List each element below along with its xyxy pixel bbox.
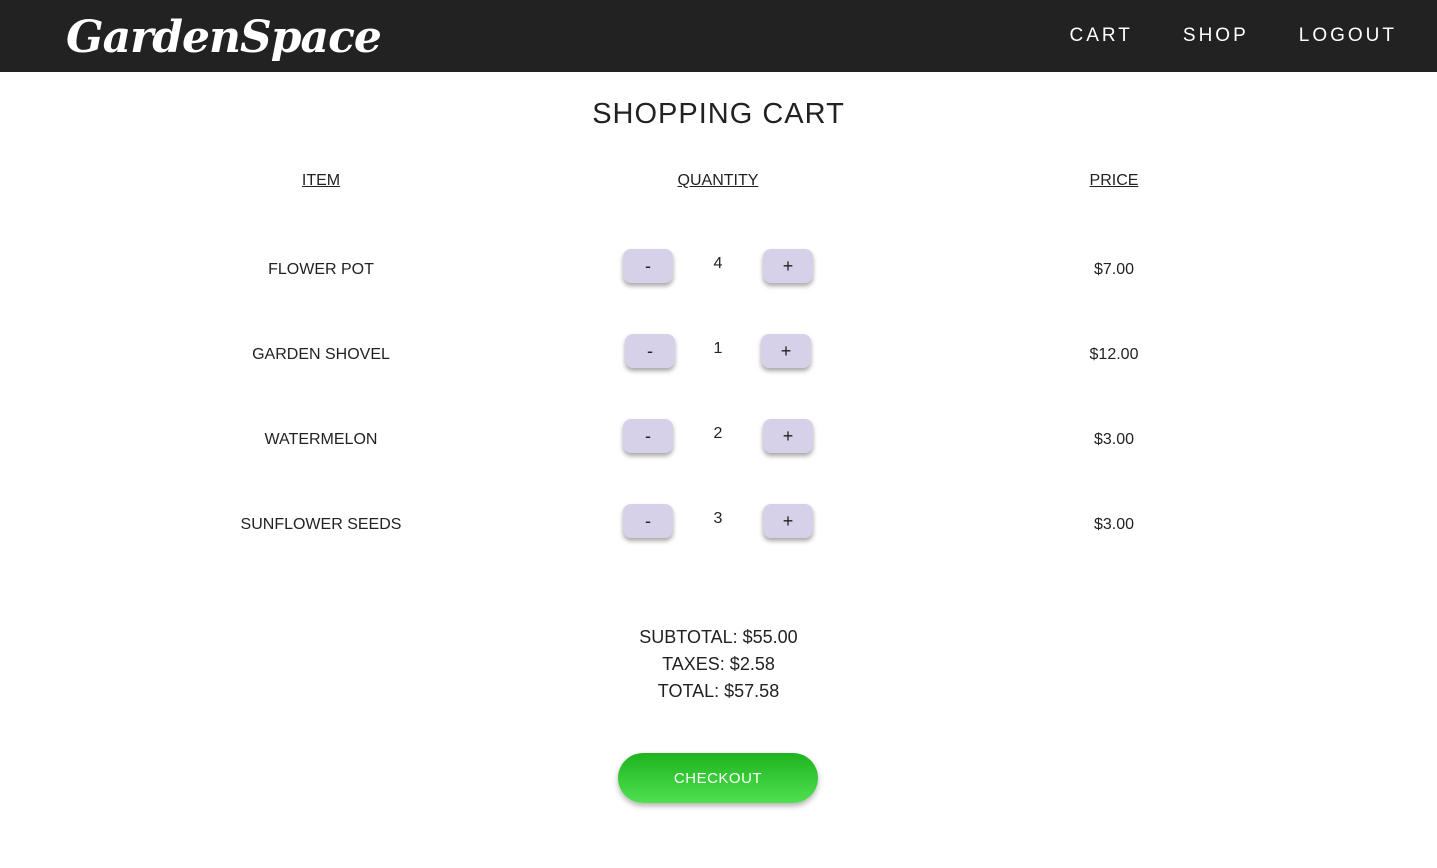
increment-button[interactable]: +: [763, 249, 813, 283]
order-summary: SUBTOTAL: $55.00 TAXES: $2.58 TOTAL: $57…: [0, 624, 1437, 705]
item-price: $3.00: [1093, 516, 1135, 533]
checkout-button[interactable]: CHECKOUT: [618, 753, 818, 803]
decrement-button[interactable]: -: [623, 249, 673, 283]
cart-row: SUNFLOWER SEEDS - 3 + $3.00: [0, 504, 1437, 556]
cart-row: FLOWER POT - 4 + $7.00: [0, 249, 1437, 301]
subtotal: SUBTOTAL: $55.00: [639, 627, 798, 647]
quantity-stepper: - 1 +: [618, 334, 818, 370]
quantity-stepper: - 2 +: [618, 419, 818, 455]
increment-button[interactable]: +: [761, 334, 811, 368]
increment-button[interactable]: +: [763, 419, 813, 453]
quantity-stepper: - 3 +: [618, 504, 818, 540]
decrement-button[interactable]: -: [623, 419, 673, 453]
column-header-price: PRICE: [1089, 172, 1139, 189]
cart-row: WATERMELON - 2 + $3.00: [0, 419, 1437, 471]
page-title: SHOPPING CART: [592, 98, 845, 130]
item-price: $12.00: [1089, 346, 1139, 363]
nav-links: CART SHOP LOGOUT: [1070, 0, 1397, 72]
quantity-value: 4: [713, 255, 723, 272]
quantity-value: 2: [713, 425, 723, 442]
column-header-item: ITEM: [301, 172, 341, 189]
decrement-button[interactable]: -: [625, 334, 675, 368]
decrement-button[interactable]: -: [623, 504, 673, 538]
logo[interactable]: GardenSpace: [66, 10, 382, 66]
item-price: $3.00: [1093, 431, 1135, 448]
cart-row: GARDEN SHOVEL - 1 + $12.00: [0, 334, 1437, 386]
item-price: $7.00: [1093, 261, 1135, 278]
increment-button[interactable]: +: [763, 504, 813, 538]
quantity-stepper: - 4 +: [618, 249, 818, 285]
quantity-value: 3: [713, 510, 723, 527]
item-name: FLOWER POT: [268, 261, 374, 278]
quantity-value: 1: [713, 340, 723, 357]
total: TOTAL: $57.58: [657, 681, 780, 701]
item-name: SUNFLOWER SEEDS: [240, 516, 402, 533]
item-name: WATERMELON: [264, 431, 378, 448]
nav-link-cart[interactable]: CART: [1070, 25, 1133, 47]
item-name: GARDEN SHOVEL: [252, 346, 390, 363]
nav-link-shop[interactable]: SHOP: [1183, 25, 1249, 47]
column-header-quantity: QUANTITY: [677, 172, 759, 189]
navbar: GardenSpace CART SHOP LOGOUT: [0, 0, 1437, 72]
nav-link-logout[interactable]: LOGOUT: [1299, 25, 1397, 47]
taxes: TAXES: $2.58: [662, 654, 775, 674]
